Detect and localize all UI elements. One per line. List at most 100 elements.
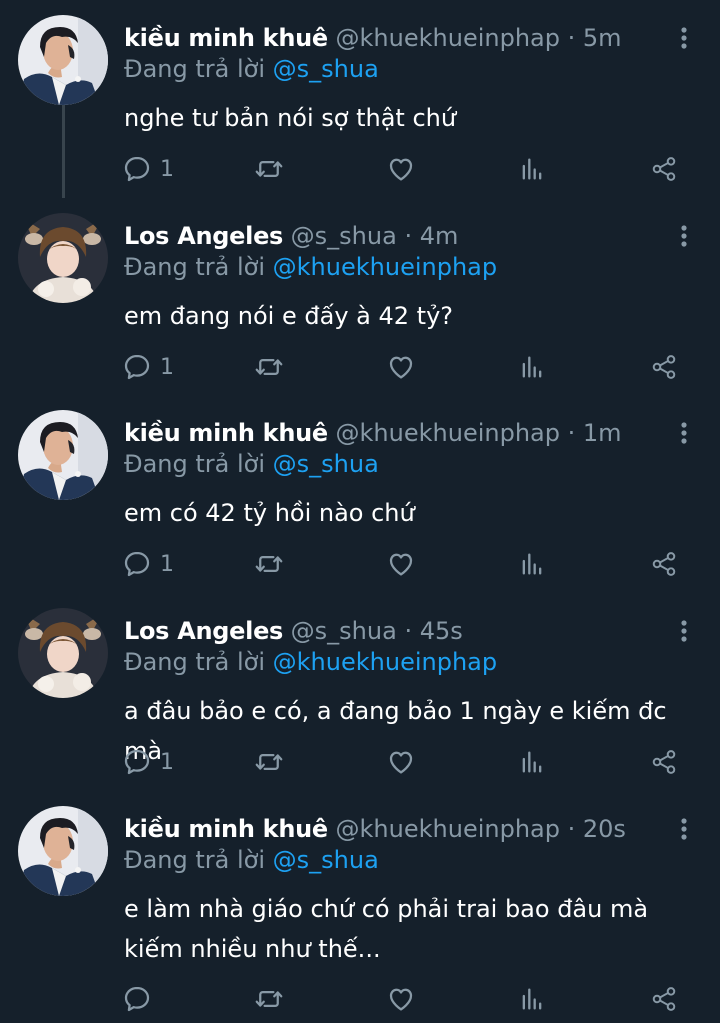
reply-count: 1 — [160, 156, 174, 182]
display-name[interactable]: kiều minh khuê — [124, 24, 328, 52]
display-name[interactable]: Los Angeles — [124, 617, 283, 645]
more-vertical-icon — [672, 22, 696, 54]
user-handle[interactable]: @s_shua — [291, 617, 397, 645]
share-icon — [650, 155, 678, 183]
retweet-button[interactable] — [254, 981, 284, 1017]
analytics-button[interactable] — [518, 349, 546, 385]
heart-icon — [386, 984, 416, 1014]
tweet[interactable]: Los Angeles @s_shua · 45s Đang trả lời @… — [0, 593, 720, 791]
share-icon — [650, 353, 678, 381]
tweet[interactable]: Los Angeles @s_shua · 4m Đang trả lời @k… — [0, 198, 720, 396]
retweet-button[interactable] — [254, 349, 284, 385]
heart-icon — [386, 549, 416, 579]
retweet-icon — [254, 747, 284, 777]
like-button[interactable] — [386, 151, 416, 187]
timestamp[interactable]: 20s — [583, 815, 626, 843]
reply-mention-link[interactable]: @s_shua — [273, 450, 379, 478]
display-name[interactable]: kiều minh khuê — [124, 419, 328, 447]
reply-button[interactable] — [122, 981, 160, 1017]
user-handle[interactable]: @s_shua — [291, 222, 397, 250]
retweet-button[interactable] — [254, 546, 284, 582]
tweet-text-line: e làm nhà giáo chứ có phải trai bao đâu … — [124, 895, 649, 923]
user-handle[interactable]: @khuekhueinphap — [336, 815, 560, 843]
retweet-button[interactable] — [254, 151, 284, 187]
heart-icon — [386, 154, 416, 184]
share-icon — [650, 985, 678, 1013]
share-button[interactable] — [650, 744, 678, 780]
reply-prefix: Đang trả lời — [124, 450, 266, 478]
reply-count: 1 — [160, 354, 174, 380]
more-button[interactable] — [672, 615, 696, 647]
analytics-button[interactable] — [518, 744, 546, 780]
reply-button[interactable]: 1 — [122, 151, 174, 187]
more-vertical-icon — [672, 417, 696, 449]
reply-mention-link[interactable]: @s_shua — [273, 55, 379, 83]
reply-button[interactable]: 1 — [122, 744, 174, 780]
share-button[interactable] — [650, 151, 678, 187]
retweet-icon — [254, 984, 284, 1014]
replying-to: Đang trả lời @s_shua — [124, 53, 379, 85]
tweet-text-line: kiếm nhiều như thế... — [124, 935, 381, 963]
like-button[interactable] — [386, 744, 416, 780]
heart-icon — [386, 352, 416, 382]
display-name[interactable]: kiều minh khuê — [124, 815, 328, 843]
reply-button[interactable]: 1 — [122, 546, 174, 582]
replying-to: Đang trả lời @khuekhueinphap — [124, 251, 497, 283]
avatar[interactable] — [18, 410, 108, 500]
analytics-button[interactable] — [518, 546, 546, 582]
more-vertical-icon — [672, 615, 696, 647]
separator: · — [567, 815, 576, 843]
user-handle[interactable]: @khuekhueinphap — [336, 419, 560, 447]
tweet-text: nghe tư bản nói sợ thật chứ — [124, 98, 704, 138]
more-button[interactable] — [672, 220, 696, 252]
retweet-icon — [254, 154, 284, 184]
like-button[interactable] — [386, 349, 416, 385]
reply-icon — [122, 747, 152, 777]
tweet[interactable]: kiều minh khuê @khuekhueinphap · 1m Đang… — [0, 395, 720, 593]
retweet-button[interactable] — [254, 744, 284, 780]
tweet-header: kiều minh khuê @khuekhueinphap · 20s — [124, 813, 626, 845]
reply-mention-link[interactable]: @s_shua — [273, 846, 379, 874]
replying-to: Đang trả lời @s_shua — [124, 844, 379, 876]
more-vertical-icon — [672, 220, 696, 252]
tweet[interactable]: kiều minh khuê @khuekhueinphap · 5m Đang… — [0, 0, 720, 198]
avatar[interactable] — [18, 15, 108, 105]
timestamp[interactable]: 5m — [583, 24, 622, 52]
more-button[interactable] — [672, 22, 696, 54]
analytics-button[interactable] — [518, 151, 546, 187]
tweet-header: Los Angeles @s_shua · 4m — [124, 220, 458, 252]
more-button[interactable] — [672, 813, 696, 845]
tweet-text-line: nghe tư bản nói sợ thật chứ — [124, 104, 457, 132]
share-button[interactable] — [650, 546, 678, 582]
reply-prefix: Đang trả lời — [124, 648, 266, 676]
reply-button[interactable]: 1 — [122, 349, 174, 385]
display-name[interactable]: Los Angeles — [124, 222, 283, 250]
analytics-button[interactable] — [518, 981, 546, 1017]
replying-to: Đang trả lời @khuekhueinphap — [124, 646, 497, 678]
replying-to: Đang trả lời @s_shua — [124, 448, 379, 480]
separator: · — [567, 24, 576, 52]
reply-mention-link[interactable]: @khuekhueinphap — [273, 253, 497, 281]
share-button[interactable] — [650, 981, 678, 1017]
user-handle[interactable]: @khuekhueinphap — [336, 24, 560, 52]
avatar[interactable] — [18, 608, 108, 698]
separator: · — [404, 617, 413, 645]
retweet-icon — [254, 352, 284, 382]
timestamp[interactable]: 4m — [420, 222, 459, 250]
tweet[interactable]: kiều minh khuê @khuekhueinphap · 20s Đan… — [0, 791, 720, 1023]
reply-mention-link[interactable]: @khuekhueinphap — [273, 648, 497, 676]
avatar[interactable] — [18, 806, 108, 896]
timestamp[interactable]: 1m — [583, 419, 622, 447]
share-icon — [650, 748, 678, 776]
timestamp[interactable]: 45s — [420, 617, 463, 645]
avatar[interactable] — [18, 213, 108, 303]
like-button[interactable] — [386, 981, 416, 1017]
action-bar: 1 — [0, 546, 720, 582]
share-button[interactable] — [650, 349, 678, 385]
separator: · — [404, 222, 413, 250]
like-button[interactable] — [386, 546, 416, 582]
analytics-icon — [518, 353, 546, 381]
heart-icon — [386, 747, 416, 777]
more-button[interactable] — [672, 417, 696, 449]
action-bar: 1 — [0, 151, 720, 187]
